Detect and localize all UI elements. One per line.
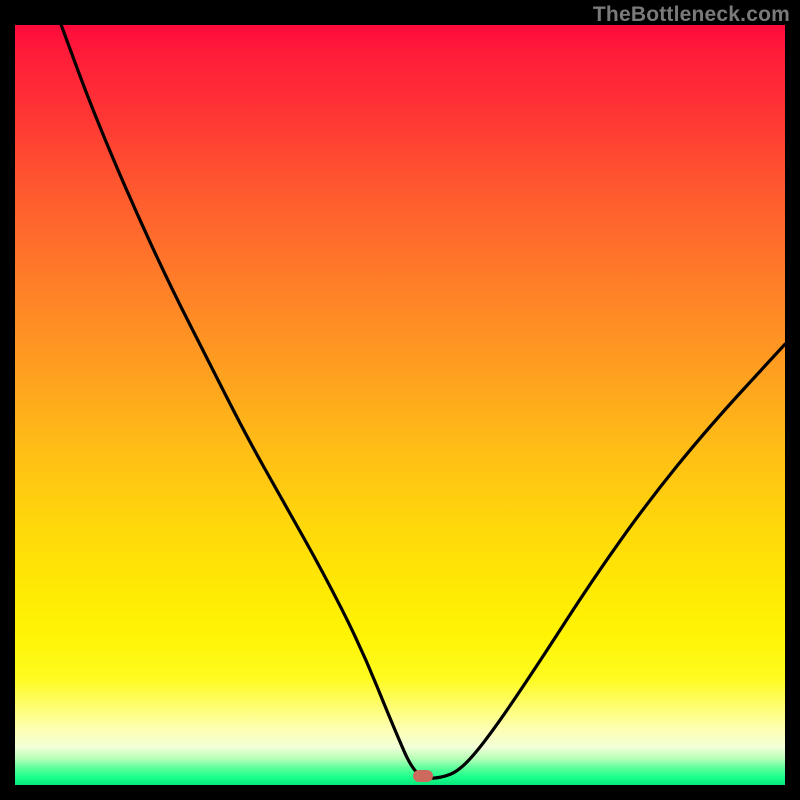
plot-area bbox=[15, 25, 785, 785]
bottleneck-curve bbox=[15, 25, 785, 785]
optimal-marker bbox=[413, 770, 433, 782]
chart-stage: TheBottleneck.com bbox=[0, 0, 800, 800]
watermark-text: TheBottleneck.com bbox=[593, 3, 790, 27]
